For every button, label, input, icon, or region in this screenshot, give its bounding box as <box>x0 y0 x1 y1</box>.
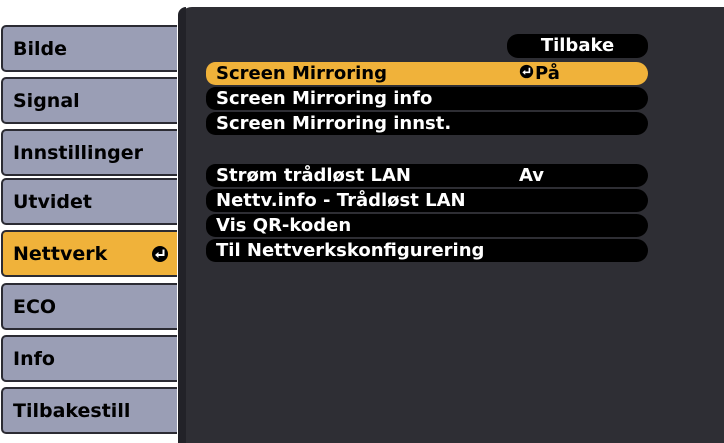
menu-item-label: Strøm trådløst LAN <box>216 165 411 186</box>
menu-item-screen-mirroring[interactable]: Screen Mirroring På <box>206 62 648 85</box>
tab-utvidet[interactable]: Utvidet <box>1 178 177 225</box>
tab-label: Utvidet <box>13 190 92 213</box>
tab-innstillinger[interactable]: Innstillinger <box>1 129 177 176</box>
tab-label: Innstillinger <box>13 141 143 164</box>
menu-item-strom-tradlost-lan[interactable]: Strøm trådløst LAN Av <box>206 164 648 187</box>
tab-eco[interactable]: ECO <box>1 283 177 330</box>
tab-label: Signal <box>13 89 80 112</box>
settings-panel: Tilbake Screen Mirroring På Screen Mirro… <box>178 7 724 443</box>
menu-item-screen-mirroring-info[interactable]: Screen Mirroring info <box>206 87 648 110</box>
sidebar-menu: Bilde Signal Innstillinger Utvidet Nettv… <box>0 0 180 443</box>
tab-label: Tilbakestill <box>13 399 131 422</box>
menu-item-label: Vis QR-koden <box>216 215 352 236</box>
enter-icon <box>151 245 169 263</box>
menu-item-label: Screen Mirroring <box>216 63 387 84</box>
tab-label: ECO <box>13 295 57 318</box>
value-text: På <box>535 63 560 84</box>
tab-bilde[interactable]: Bilde <box>1 25 177 72</box>
tab-label: Info <box>13 347 55 370</box>
menu-item-nettv-info[interactable]: Nettv.info - Trådløst LAN <box>206 189 648 212</box>
menu-item-screen-mirroring-innst[interactable]: Screen Mirroring innst. <box>206 112 648 135</box>
menu-item-til-nettverkskonfigurering[interactable]: Til Nettverkskonfigurering <box>206 239 648 262</box>
menu-item-label: Nettv.info - Trådløst LAN <box>216 190 466 211</box>
enter-icon <box>519 62 534 85</box>
tab-label: Nettverk <box>13 242 108 265</box>
menu-item-vis-qr-koden[interactable]: Vis QR-koden <box>206 214 648 237</box>
tab-info[interactable]: Info <box>1 335 177 382</box>
tab-tilbakestill[interactable]: Tilbakestill <box>1 387 177 434</box>
tab-signal[interactable]: Signal <box>1 77 177 124</box>
menu-item-value: Av <box>519 165 545 186</box>
menu-item-value: På <box>519 62 560 85</box>
tab-nettverk[interactable]: Nettverk <box>1 230 177 277</box>
menu-item-label: Screen Mirroring innst. <box>216 113 452 134</box>
menu-item-label: Til Nettverkskonfigurering <box>216 240 485 261</box>
back-button[interactable]: Tilbake <box>507 34 648 58</box>
menu-item-label: Screen Mirroring info <box>216 88 433 109</box>
tab-label: Bilde <box>13 37 67 60</box>
